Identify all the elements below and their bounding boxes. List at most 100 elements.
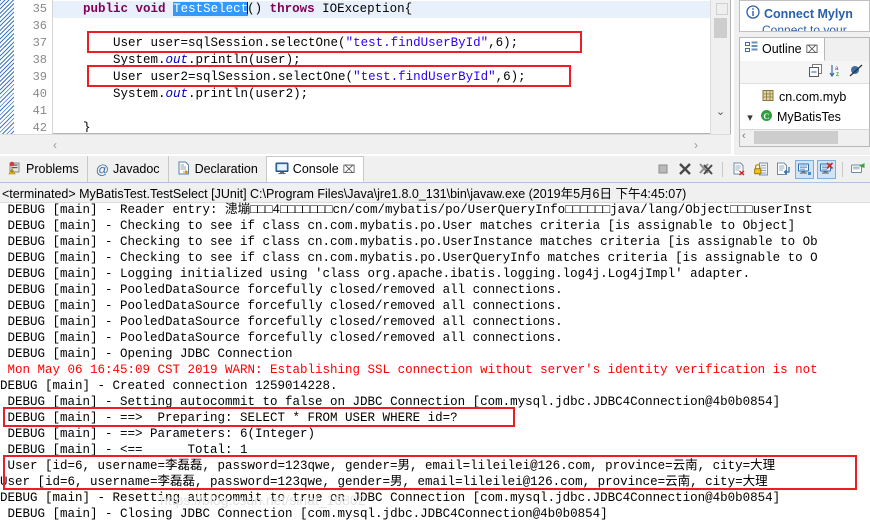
info-icon [746, 5, 760, 22]
close-icon[interactable]: ⌧ [806, 43, 819, 56]
console-line: DEBUG [main] - Checking to see if class … [0, 235, 818, 249]
code-text: () [247, 2, 270, 16]
annotation-box-line-37 [87, 31, 582, 53]
open-console-button[interactable] [849, 160, 868, 179]
outline-view: Outline ⌧ a z cn.com.myb ▾ C MyBatisTes … [739, 37, 870, 147]
tab-problems[interactable]: Problems [0, 156, 88, 182]
line-number: 38 [32, 53, 47, 67]
svg-text:C: C [763, 111, 769, 121]
collapse-all-icon[interactable] [809, 63, 823, 81]
console-line-warning: Mon May 06 16:45:09 CST 2019 WARN: Estab… [0, 363, 818, 377]
hide-fields-icon[interactable] [849, 64, 863, 81]
mylyn-title-row: Connect Mylyn [740, 1, 869, 22]
tab-label: Declaration [194, 162, 258, 176]
outline-tree: cn.com.myb ▾ C MyBatisTes [740, 84, 869, 127]
editor-vertical-scrollbar[interactable]: ⌄ [710, 0, 730, 134]
console-line: DEBUG [main] - PooledDataSource forceful… [0, 299, 563, 313]
console-process-header: <terminated> MyBatisTest.TestSelect [JUn… [0, 183, 870, 203]
keyword-void: void [135, 2, 166, 16]
chevron-down-icon[interactable]: ⌄ [711, 104, 730, 120]
tab-javadoc[interactable]: @ Javadoc [88, 156, 169, 182]
tab-console[interactable]: Console ⌧ [266, 156, 365, 182]
annotation-box-user-results [3, 455, 857, 490]
console-icon [275, 161, 289, 178]
code-text: IOException{ [314, 2, 413, 16]
show-console-when-stderr-button[interactable] [817, 159, 836, 179]
console-view: Problems @ Javadoc Declaration Console ⌧… [0, 156, 870, 532]
console-line: DEBUG [main] - PooledDataSource forceful… [0, 331, 563, 345]
mylyn-title: Connect Mylyn [764, 6, 853, 21]
code-text: System. [53, 87, 166, 101]
toolbar-separator [722, 161, 723, 177]
scroll-overview-marker [716, 3, 728, 15]
chevron-left-icon[interactable]: ‹ [742, 130, 746, 142]
outline-node-class[interactable]: ▾ C MyBatisTes [740, 107, 869, 127]
selected-method-name: TestSelect [173, 2, 249, 16]
chevron-down-icon[interactable]: ▾ [744, 111, 756, 124]
code-text: } [53, 121, 91, 132]
code-text: .println(user2); [188, 87, 309, 101]
word-wrap-button[interactable] [773, 160, 792, 179]
console-line: DEBUG [main] - Resetting autocommit to t… [0, 491, 781, 505]
problems-icon [8, 161, 22, 178]
console-toolbar [653, 156, 868, 182]
outline-horizontal-scrollbar[interactable]: ‹ [740, 129, 869, 146]
editor-vscroll-thumb[interactable] [714, 18, 727, 38]
line-number: 40 [32, 87, 47, 101]
annotation-box-preparing-sql [3, 407, 515, 427]
line-number: 37 [32, 36, 47, 50]
declaration-icon [177, 161, 191, 178]
scroll-lock-button[interactable] [751, 160, 770, 179]
remove-launch-button[interactable] [675, 160, 694, 179]
top-area: 35 36 37 38 39 40 41 42 public void Test… [0, 0, 870, 155]
editor-change-ruler [0, 0, 14, 134]
java-code-editor[interactable]: 35 36 37 38 39 40 41 42 public void Test… [0, 0, 731, 135]
outline-icon [745, 41, 758, 57]
outline-node-package[interactable]: cn.com.myb [740, 87, 869, 107]
console-line: DEBUG [main] - Opening JDBC Connection [0, 347, 293, 361]
annotation-box-line-39 [87, 65, 571, 87]
right-panel-column: Connect Mylyn Connect to your Outline ⌧ … [734, 0, 870, 155]
console-line: DEBUG [main] - Closing JDBC Connection [… [0, 507, 608, 521]
chevron-left-icon[interactable]: ‹ [46, 136, 64, 154]
console-output[interactable]: DEBUG [main] - Reader entry: 漶塴□□□4□□□□□… [0, 202, 870, 532]
console-line: DEBUG [main] - Created connection 125901… [0, 379, 338, 393]
tab-declaration[interactable]: Declaration [169, 156, 267, 182]
outline-toolbar: a z [740, 61, 869, 84]
line-number: 42 [32, 121, 47, 135]
chevron-right-icon[interactable]: › [687, 136, 705, 154]
console-tab-bar: Problems @ Javadoc Declaration Console ⌧ [0, 156, 870, 183]
outline-hscroll-thumb[interactable] [754, 131, 838, 144]
code-line-35: public void TestSelect() throws IOExcept… [53, 2, 412, 16]
clear-console-button[interactable] [729, 160, 748, 179]
line-number: 39 [32, 70, 47, 84]
sort-az-icon[interactable]: a z [829, 64, 843, 81]
outline-node-label: cn.com.myb [779, 90, 847, 104]
editor-horizontal-scrollbar[interactable]: ‹ › [0, 134, 731, 154]
console-line: DEBUG [main] - PooledDataSource forceful… [0, 315, 563, 329]
package-icon [762, 89, 775, 105]
javadoc-icon: @ [95, 161, 109, 177]
code-line-40: System.out.println(user2); [53, 87, 308, 101]
line-number: 41 [32, 104, 47, 118]
remove-all-terminated-button[interactable] [697, 160, 716, 179]
tab-label: Javadoc [113, 162, 160, 176]
line-number: 36 [32, 19, 47, 33]
tab-outline[interactable]: Outline ⌧ [740, 38, 826, 61]
keyword-throws: throws [269, 2, 315, 16]
console-line: DEBUG [main] - Reader entry: 漶塴□□□4□□□□□… [0, 203, 813, 217]
tab-label: Problems [26, 162, 79, 176]
tab-label: Console [292, 162, 339, 176]
terminate-button[interactable] [653, 160, 672, 179]
mylyn-welcome-panel[interactable]: Connect Mylyn Connect to your [739, 0, 870, 32]
show-console-when-stdout-button[interactable] [795, 159, 814, 179]
svg-text:z: z [836, 72, 839, 78]
code-line-42: } [53, 121, 91, 132]
close-icon[interactable]: ⌧ [343, 163, 356, 176]
outline-tab-bar: Outline ⌧ [740, 38, 869, 61]
outline-tab-label: Outline [762, 42, 802, 56]
class-icon: C [760, 109, 773, 125]
